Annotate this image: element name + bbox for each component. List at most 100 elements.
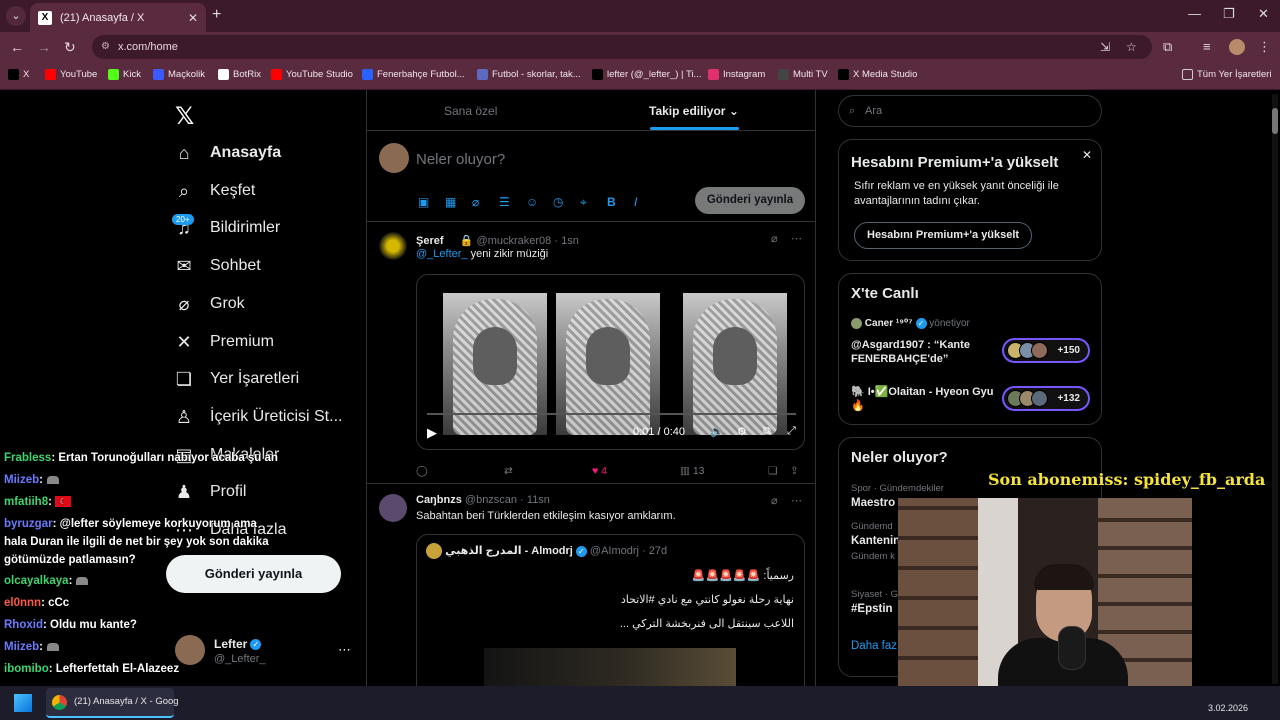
- premium-upgrade-button[interactable]: Hesabını Premium+'a yükselt: [854, 222, 1033, 249]
- x-logo-icon[interactable]: 𝕏: [175, 102, 194, 131]
- browser-tab[interactable]: X (21) Anasayfa / X ✕: [30, 3, 206, 32]
- volume-icon[interactable]: 🔊: [710, 425, 724, 438]
- tweet[interactable]: Şeref ㅤ 🔒 @muckraker08 · 1sn ⌀ ⋯ @_Lefte…: [367, 222, 815, 484]
- emoji-icon[interactable]: ☺: [526, 195, 538, 209]
- fullscreen-icon[interactable]: ⤢: [787, 425, 796, 438]
- sidebar-item-profile[interactable]: ♟ Profil: [172, 480, 247, 504]
- bookmark-item[interactable]: Kick: [108, 69, 141, 80]
- reply-icon[interactable]: ◯: [416, 465, 428, 477]
- bookmark-item[interactable]: Instagram: [708, 69, 765, 80]
- tweet-handle[interactable]: @bnzscan: [465, 494, 517, 506]
- bookmark-item[interactable]: Fenerbahçe Futbol...: [362, 69, 465, 80]
- bookmark-item[interactable]: lefter (@_lefter_) | Ti...: [592, 69, 701, 80]
- close-icon[interactable]: ✕: [188, 11, 198, 25]
- compose-input[interactable]: Neler oluyor?: [416, 151, 505, 168]
- show-more-link[interactable]: Daha faz: [851, 640, 897, 652]
- video-progress-bar[interactable]: [427, 413, 796, 415]
- play-icon[interactable]: ▶: [427, 425, 437, 441]
- bookmark-item[interactable]: BotRix: [218, 69, 261, 80]
- bookmark-item[interactable]: YouTube Studio: [271, 69, 353, 80]
- tweet-time[interactable]: 11sn: [527, 494, 550, 506]
- schedule-icon[interactable]: ◷: [553, 195, 563, 209]
- tab-search-icon[interactable]: ⌄: [6, 6, 26, 26]
- sidebar-item-grok[interactable]: ⌀ Grok: [172, 292, 245, 316]
- scrollbar-thumb[interactable]: [1272, 108, 1278, 134]
- forward-icon[interactable]: →: [37, 39, 51, 55]
- sidebar-item-creator-studio[interactable]: ♙ İçerik Üreticisi St...: [172, 405, 343, 429]
- trend-name[interactable]: Kantenin: [851, 535, 900, 547]
- maximize-icon[interactable]: ❐: [1223, 6, 1235, 22]
- account-switcher[interactable]: Lefter ✓ @_Lefter_ ⋯: [175, 635, 355, 667]
- new-tab-icon[interactable]: +: [212, 6, 221, 24]
- grok-icon[interactable]: ⌀: [771, 494, 778, 507]
- scrollbar[interactable]: [1272, 94, 1278, 684]
- sidebar-item-mail[interactable]: ✉ Sohbet: [172, 254, 260, 278]
- close-icon[interactable]: ✕: [1082, 148, 1092, 162]
- gif-icon[interactable]: ▦: [445, 195, 456, 209]
- poll-icon[interactable]: ☰: [499, 195, 510, 209]
- bookmark-item[interactable]: Maçkolik: [153, 69, 205, 80]
- bookmark-item[interactable]: X Media Studio: [838, 69, 917, 80]
- space-listeners[interactable]: +132: [1002, 386, 1090, 411]
- settings-icon[interactable]: ⚙: [737, 425, 747, 438]
- mention-link[interactable]: @_Lefter_: [416, 248, 468, 260]
- pip-icon[interactable]: ⧉: [763, 425, 771, 438]
- taskbar-chrome-app[interactable]: (21) Anasayfa / X - Goog: [46, 688, 179, 718]
- space-title[interactable]: 🐘 I•✅Olaitan - Hyeon Gyu 🔥: [851, 385, 1001, 413]
- media-control-icon[interactable]: ≡: [1203, 39, 1211, 54]
- tweet-author-name[interactable]: Şeref ㅤ: [416, 235, 457, 247]
- avatar[interactable]: [379, 494, 407, 522]
- install-app-icon[interactable]: ⇲: [1100, 35, 1110, 59]
- space-title[interactable]: @Asgard1907 : “Kante FENERBAHÇE'de”: [851, 338, 1001, 366]
- address-bar[interactable]: ⚙ x.com/home ⇲ ☆: [92, 35, 1152, 59]
- bookmark-item[interactable]: YouTube: [45, 69, 97, 80]
- trend-name[interactable]: Maestro: [851, 497, 895, 509]
- site-info-icon[interactable]: ⚙: [101, 35, 110, 59]
- bold-icon[interactable]: B: [607, 195, 616, 209]
- minimize-icon[interactable]: —: [1188, 6, 1201, 21]
- post-button[interactable]: Gönderi yayınla: [166, 555, 341, 593]
- bookmark-item[interactable]: Futbol - skorlar, tak...: [477, 69, 581, 80]
- compose-post-button[interactable]: Gönderi yayınla: [695, 187, 805, 214]
- retweet-icon[interactable]: ⇄: [504, 465, 513, 477]
- like-button[interactable]: ♥ 4: [592, 465, 607, 477]
- tab-following[interactable]: Takip ediliyor ⌄: [649, 104, 739, 118]
- tweet-handle[interactable]: @muckraker08: [477, 235, 552, 247]
- location-icon[interactable]: ⌖: [580, 195, 587, 210]
- italic-icon[interactable]: I: [634, 195, 637, 209]
- bookmark-icon[interactable]: ❏: [768, 465, 777, 477]
- more-icon[interactable]: ⋯: [791, 232, 802, 245]
- grok-icon[interactable]: ⌀: [771, 232, 778, 245]
- menu-icon[interactable]: ⋮: [1258, 39, 1271, 55]
- tweet-author-name[interactable]: Caŋbnzs: [416, 494, 462, 506]
- quoted-tweet[interactable]: المدرج الذهبي - Almodrj ✓ @AImodrj · 27d …: [416, 534, 805, 686]
- search-input[interactable]: ⌕ Ara: [838, 95, 1102, 127]
- sidebar-item-bookmark[interactable]: ❏ Yer İşaretleri: [172, 367, 299, 391]
- views-button[interactable]: ▥ 13: [680, 465, 705, 477]
- sidebar-item-home[interactable]: ⌂ Anasayfa: [172, 141, 282, 165]
- profile-avatar[interactable]: [1229, 39, 1245, 55]
- bookmark-item[interactable]: Multi TV: [778, 69, 828, 80]
- space-listeners[interactable]: +150: [1002, 338, 1090, 363]
- avatar[interactable]: [379, 232, 407, 260]
- extensions-icon[interactable]: ⧉: [1163, 39, 1172, 55]
- all-bookmarks[interactable]: Tüm Yer İşaretleri: [1182, 69, 1271, 80]
- video-player[interactable]: ▶ 0:01 / 0:40 🔊 ⚙ ⧉ ⤢: [416, 274, 805, 450]
- more-icon[interactable]: ⋯: [338, 642, 351, 658]
- sidebar-item-x[interactable]: ✕ Premium: [172, 330, 274, 354]
- tweet[interactable]: Caŋbnzs @bnzscan · 11sn ⌀ ⋯ Sabahtan ber…: [367, 484, 815, 686]
- trend-name[interactable]: #Epstin: [851, 603, 893, 615]
- image-icon[interactable]: ▣: [418, 195, 429, 209]
- star-icon[interactable]: ☆: [1126, 35, 1137, 59]
- tweet-time[interactable]: 1sn: [561, 235, 579, 247]
- grok-icon[interactable]: ⌀: [472, 195, 479, 209]
- more-icon[interactable]: ⋯: [791, 494, 802, 507]
- reload-icon[interactable]: ↻: [64, 39, 76, 56]
- windows-start-icon[interactable]: [14, 694, 32, 712]
- bookmark-item[interactable]: X: [8, 69, 29, 80]
- back-icon[interactable]: ←: [10, 39, 24, 55]
- tab-for-you[interactable]: Sana özel: [444, 104, 497, 118]
- sidebar-item-search[interactable]: ⌕ Keşfet: [172, 179, 255, 203]
- window-close-icon[interactable]: ✕: [1258, 6, 1269, 22]
- share-icon[interactable]: ⇪: [790, 465, 799, 477]
